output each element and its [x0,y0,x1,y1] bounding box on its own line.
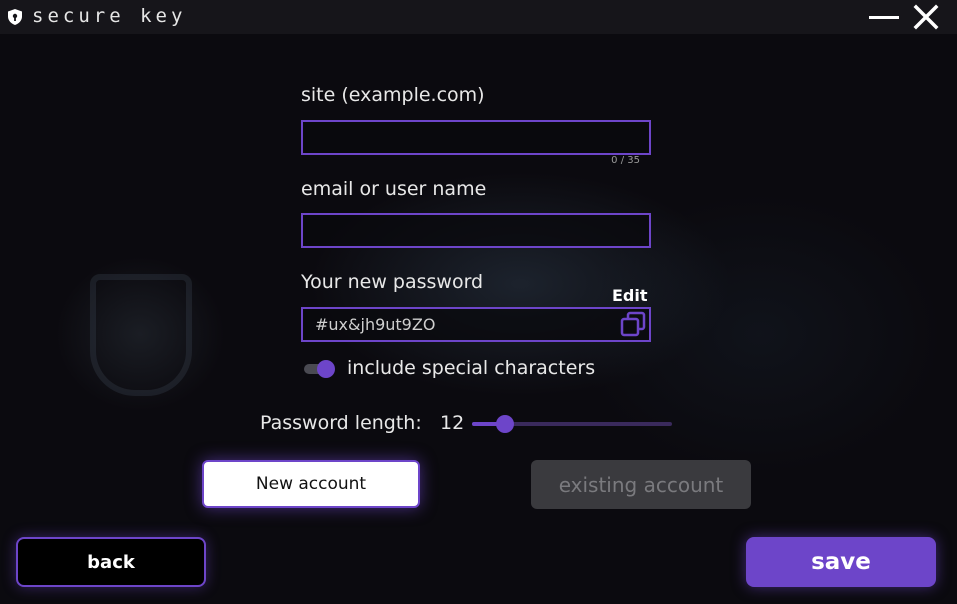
toggle-knob [317,360,335,378]
edit-password-button[interactable]: Edit [612,286,648,305]
background-shield-graphic [90,274,192,396]
save-button[interactable]: save [746,537,936,587]
username-field[interactable] [301,213,651,248]
shield-icon [6,8,24,26]
site-field[interactable] [301,120,651,155]
minimize-button[interactable] [866,4,902,30]
copy-icon[interactable] [619,310,647,338]
back-button[interactable]: back [16,537,206,587]
window-title: secure key [32,5,187,27]
password-length-label: Password length: [260,412,422,434]
password-label: Your new password [301,271,484,293]
password-field[interactable] [301,307,651,342]
username-input[interactable] [303,215,649,246]
password-length-value: 12 [440,412,465,434]
existing-account-button[interactable]: existing account [531,460,751,509]
password-input[interactable] [303,309,649,340]
close-icon [913,4,939,30]
slider-thumb[interactable] [496,415,515,433]
new-account-button[interactable]: New account [202,460,420,508]
site-char-counter: 0 / 35 [611,155,640,166]
password-length-slider[interactable] [472,414,672,434]
username-label: email or user name [301,178,487,200]
close-button[interactable] [910,2,942,32]
special-characters-label: include special characters [347,357,596,379]
special-characters-toggle[interactable] [304,360,336,378]
site-label: site (example.com) [301,84,485,106]
title-bar: secure key [0,0,957,34]
site-input[interactable] [303,122,649,153]
